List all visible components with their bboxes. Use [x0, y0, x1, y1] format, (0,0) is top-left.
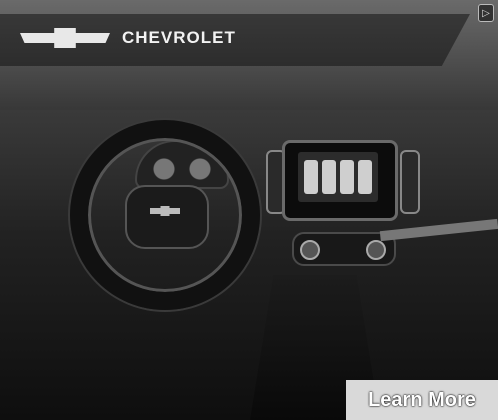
infotainment-screen [298, 152, 378, 202]
app-tile [304, 160, 318, 194]
dashboard [0, 110, 498, 420]
app-tile [358, 160, 372, 194]
right-air-vent [400, 150, 420, 214]
brand-name: CHEVROLET [122, 28, 236, 47]
learn-more-button[interactable]: Learn More [346, 380, 498, 420]
steering-wheel-hub [125, 185, 209, 249]
left-knob [300, 240, 320, 260]
app-tile [340, 160, 354, 194]
right-knob [366, 240, 386, 260]
chevrolet-logo[interactable]: CHEVROLET [20, 28, 236, 48]
app-tile [322, 160, 336, 194]
chevrolet-banner-ad[interactable]: CHEVROLET ▷ Learn More [0, 0, 498, 420]
adchoices-icon[interactable]: ▷ [478, 4, 494, 22]
chevrolet-bowtie-icon [20, 28, 110, 48]
